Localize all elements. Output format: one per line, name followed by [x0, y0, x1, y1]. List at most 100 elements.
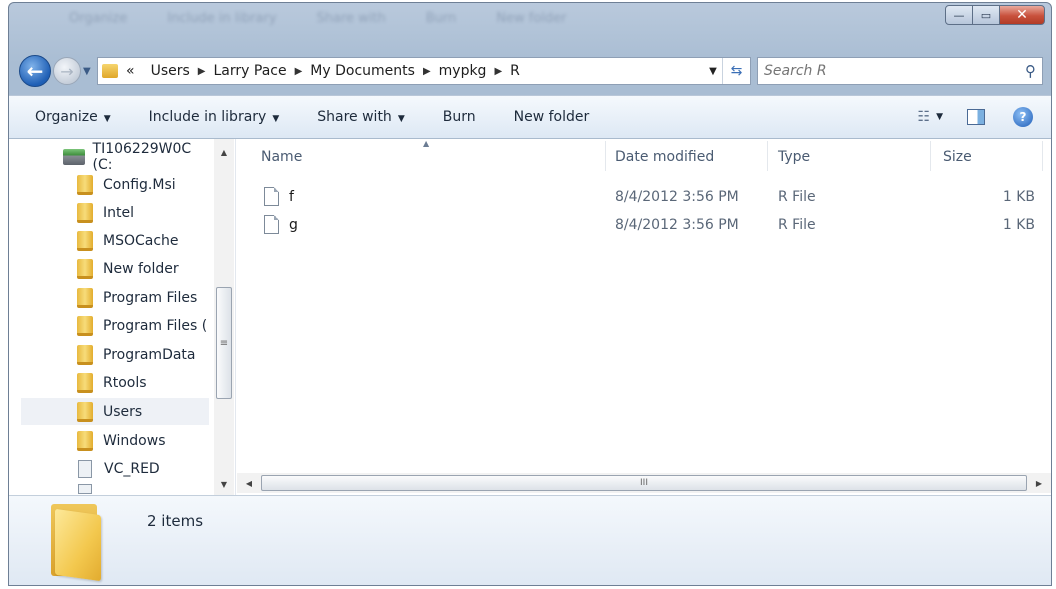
minimize-button[interactable]: — [945, 5, 973, 25]
nav-item-label: TI106229W0C (C: [92, 140, 192, 173]
ghost-menu-item: New folder [496, 11, 567, 26]
column-header-date[interactable]: Date modified [615, 149, 714, 165]
nav-item-intel[interactable]: Intel [23, 199, 213, 226]
forward-button[interactable]: → [53, 57, 81, 85]
folder-icon [102, 64, 118, 78]
column-header-name[interactable]: Name [261, 149, 302, 165]
change-view-icon[interactable]: ☷ [918, 109, 931, 125]
chevron-down-icon: ▼ [397, 114, 405, 124]
view-options-dropdown-icon[interactable]: ▼ [936, 112, 943, 122]
column-headers: Name ▲ Date modified Type Size [237, 139, 1051, 173]
file-icon [78, 484, 92, 494]
column-header-type[interactable]: Type [778, 149, 810, 165]
nav-item-label: ProgramData [103, 346, 196, 363]
chevron-down-icon: ▼ [272, 114, 280, 124]
file-name: f [289, 189, 294, 205]
file-type: R File [778, 217, 816, 233]
nav-item-partial[interactable] [23, 483, 213, 495]
column-divider[interactable] [1042, 141, 1043, 171]
breadcrumb-separator-icon[interactable]: ▶ [423, 66, 431, 77]
nav-pane-scrollbar[interactable]: ▲ ≡ ▼ [214, 139, 234, 495]
close-button[interactable]: ✕ [999, 5, 1045, 25]
burn-button[interactable]: Burn [443, 109, 476, 125]
refresh-icon[interactable]: ⇆ [722, 58, 750, 84]
nav-item-new-folder[interactable]: New folder [23, 255, 213, 282]
column-header-size[interactable]: Size [943, 149, 972, 165]
explorer-window: Organize Include in library Share with B… [8, 2, 1052, 586]
sort-ascending-icon: ▲ [423, 139, 430, 148]
share-with-button[interactable]: Share with ▼ [317, 109, 404, 125]
ghost-menu-item: Burn [425, 11, 457, 26]
column-divider[interactable] [605, 141, 606, 171]
search-icon[interactable]: ⚲ [1025, 62, 1036, 80]
file-icon [264, 187, 279, 206]
file-size: 1 KB [1002, 189, 1035, 205]
nav-item-label: Intel [103, 204, 134, 221]
search-input[interactable] [764, 63, 1025, 79]
breadcrumb-my-documents[interactable]: My Documents [310, 63, 415, 79]
nav-item-rtools[interactable]: Rtools [23, 369, 213, 396]
nav-item-label: Program Files ( [103, 317, 208, 334]
nav-item-programdata[interactable]: ProgramData [23, 341, 213, 368]
nav-item-users[interactable]: Users [21, 398, 209, 425]
include-in-library-button[interactable]: Include in library ▼ [149, 109, 280, 125]
breadcrumb-mypkg[interactable]: mypkg [439, 63, 487, 79]
ghost-menu-item: Organize [69, 11, 128, 26]
file-row[interactable]: f 8/4/2012 3:56 PM R File 1 KB [237, 185, 1051, 211]
preview-pane-icon[interactable] [967, 109, 985, 125]
navigation-pane: TI106229W0C (C: Config.Msi Intel MSOCach… [9, 139, 236, 495]
scroll-left-icon[interactable]: ◀ [239, 473, 259, 493]
scrollbar-thumb[interactable]: ≡ [216, 287, 232, 399]
chevron-down-icon: ▼ [103, 114, 111, 124]
file-icon [264, 215, 279, 234]
folder-icon [51, 504, 101, 582]
navigation-row: ← → ▼ « Users ▶ Larry Pace ▶ My Document… [19, 55, 1043, 87]
nav-item-windows[interactable]: Windows [23, 427, 213, 454]
organize-label: Organize [35, 109, 98, 125]
nav-item-program-files[interactable]: Program Files [23, 284, 213, 311]
nav-item-label: VC_RED [104, 460, 160, 477]
breadcrumb-separator-icon[interactable]: ▶ [494, 66, 502, 77]
folder-icon [77, 430, 93, 451]
breadcrumb-overflow[interactable]: « [126, 63, 135, 79]
scroll-right-icon[interactable]: ▶ [1029, 473, 1049, 493]
folder-icon [77, 287, 93, 308]
nav-item-config-msi[interactable]: Config.Msi [23, 171, 213, 198]
nav-item-drive[interactable]: TI106229W0C (C: [23, 140, 213, 173]
breadcrumb-separator-icon[interactable]: ▶ [295, 66, 303, 77]
breadcrumb-larry-pace[interactable]: Larry Pace [214, 63, 287, 79]
recent-pages-dropdown[interactable]: ▼ [83, 66, 95, 77]
organize-button[interactable]: Organize ▼ [35, 109, 111, 125]
command-bar: Organize ▼ Include in library ▼ Share with… [9, 95, 1051, 139]
search-box[interactable]: ⚲ [757, 57, 1043, 85]
breadcrumb-users[interactable]: Users [151, 63, 190, 79]
file-row[interactable]: g 8/4/2012 3:56 PM R File 1 KB [237, 213, 1051, 239]
folder-icon [77, 174, 93, 195]
scroll-down-icon[interactable]: ▼ [214, 475, 234, 493]
scrollbar-thumb[interactable]: III [261, 475, 1027, 491]
breadcrumb-separator-icon[interactable]: ▶ [198, 66, 206, 77]
file-list: Name ▲ Date modified Type Size f 8/4/201… [237, 139, 1051, 495]
details-pane: 2 items [9, 495, 1051, 585]
back-button[interactable]: ← [19, 55, 51, 87]
maximize-button[interactable]: ▭ [972, 5, 1000, 25]
new-folder-button[interactable]: New folder [514, 109, 590, 125]
share-with-label: Share with [317, 109, 392, 125]
scroll-up-icon[interactable]: ▲ [214, 143, 234, 161]
folder-icon [77, 344, 93, 365]
nav-item-vc-red[interactable]: VC_RED [23, 455, 213, 482]
folder-icon [77, 315, 93, 336]
file-type: R File [778, 189, 816, 205]
column-divider[interactable] [767, 141, 768, 171]
address-dropdown-icon[interactable]: ▼ [704, 66, 722, 77]
nav-item-msocache[interactable]: MSOCache [23, 227, 213, 254]
nav-item-program-files-x86[interactable]: Program Files ( [23, 312, 213, 339]
ghost-menu-item: Share with [316, 11, 386, 26]
breadcrumb-r[interactable]: R [510, 63, 520, 79]
ghost-menu: Organize Include in library Share with B… [69, 11, 669, 33]
column-divider[interactable] [930, 141, 931, 171]
address-bar[interactable]: « Users ▶ Larry Pace ▶ My Documents ▶ my… [97, 57, 751, 85]
horizontal-scrollbar[interactable]: ◀ III ▶ [237, 473, 1051, 493]
help-icon[interactable]: ? [1013, 107, 1033, 127]
folder-icon [77, 258, 93, 279]
